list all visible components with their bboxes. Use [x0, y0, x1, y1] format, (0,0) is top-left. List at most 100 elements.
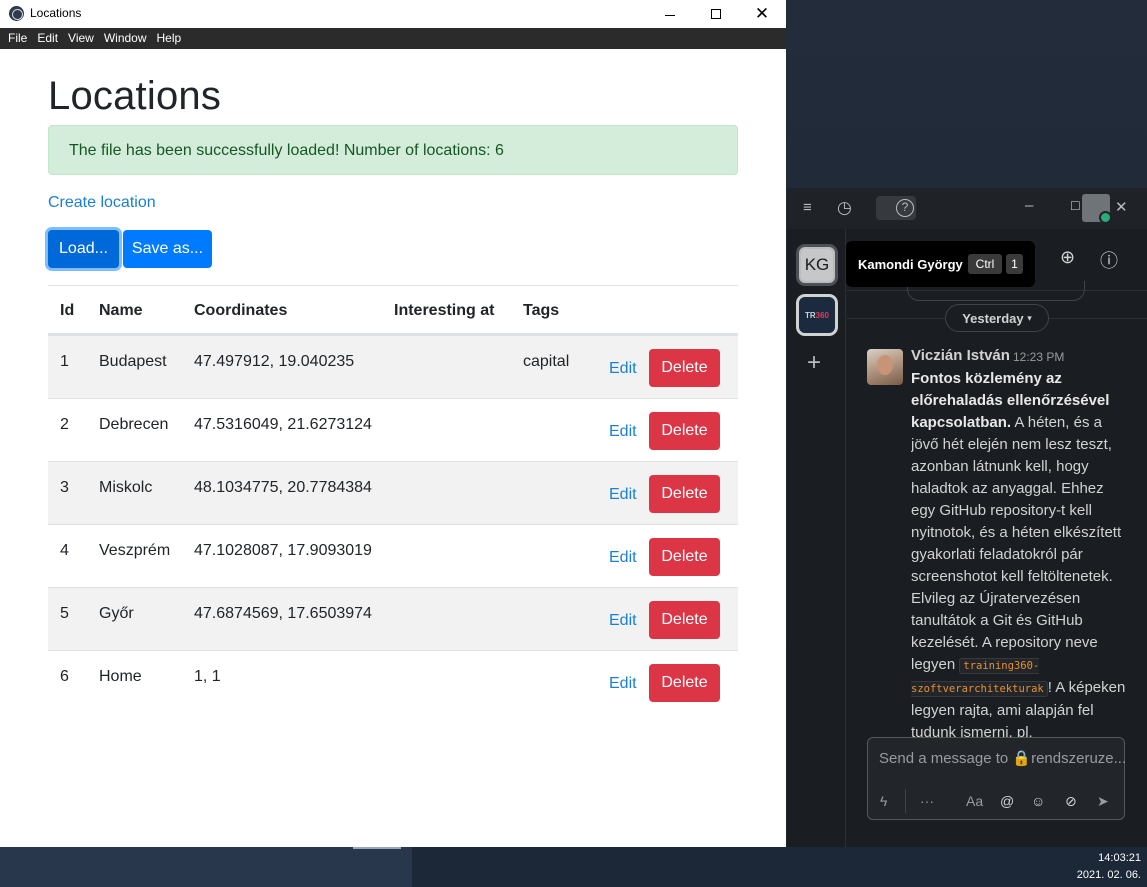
delete-button[interactable]: Delete: [649, 601, 720, 639]
workspace-training360-logo: TR360: [805, 311, 829, 320]
cell-id: 2: [60, 416, 69, 433]
table-row: 4 Veszprém 47.1028087, 17.9093019 Edit D…: [48, 524, 738, 587]
edit-link[interactable]: Edit: [609, 549, 637, 567]
menu-file[interactable]: File: [3, 28, 32, 49]
menu-view[interactable]: View: [63, 28, 99, 49]
tooltip-key-ctrl: Ctrl: [968, 254, 1002, 274]
table-row: 2 Debrecen 47.5316049, 21.6273124 Edit D…: [48, 398, 738, 461]
workspace-rail: KG TR360 +: [787, 229, 846, 847]
table-row: 6 Home 1, 1 Edit Delete: [48, 650, 738, 713]
delete-button[interactable]: Delete: [649, 349, 720, 387]
window-title: Locations: [30, 6, 82, 20]
channel-info-icon[interactable]: ⓘ: [1100, 247, 1118, 273]
save-as-button[interactable]: Save as...: [123, 230, 212, 268]
workspace-training360[interactable]: TR360: [796, 294, 838, 336]
toolbar-separator: [905, 789, 906, 813]
header-id: Id: [60, 302, 75, 319]
chat-top-bar: ≡ ◷ ? – ☐ ✕: [787, 188, 1147, 229]
menu-window[interactable]: Window: [99, 28, 152, 49]
workspace-kg-initials: KG: [801, 249, 833, 281]
history-icon[interactable]: ◷: [837, 198, 852, 218]
message-timestamp[interactable]: 12:23 PM: [1013, 350, 1064, 364]
delete-button[interactable]: Delete: [649, 412, 720, 450]
maximize-button[interactable]: [693, 0, 739, 28]
cell-coordinates: 48.1034775, 20.7784384: [194, 479, 372, 496]
cell-tags: capital: [523, 353, 570, 370]
window-maximize-icon[interactable]: ☐: [1070, 199, 1081, 213]
cell-name: Győr: [99, 605, 134, 622]
header-coordinates: Coordinates: [194, 302, 288, 319]
table-header: Id Name Coordinates Interesting at Tags: [48, 285, 738, 335]
taskbar-active-indicator: [353, 847, 401, 849]
format-icon[interactable]: Aa: [966, 793, 983, 809]
cell-coordinates: 47.5316049, 21.6273124: [194, 416, 372, 433]
window-close-icon[interactable]: ✕: [1115, 198, 1128, 216]
locations-window: Locations ✕ File Edit View Window Help L…: [0, 0, 786, 847]
minimize-button[interactable]: [647, 0, 693, 28]
cell-name: Miskolc: [99, 479, 153, 496]
cell-id: 4: [60, 542, 69, 559]
workspace-kg[interactable]: KG: [796, 244, 838, 286]
message-author-avatar[interactable]: [867, 349, 903, 385]
date-divider-label: Yesterday: [962, 310, 1024, 326]
load-button[interactable]: Load...: [48, 230, 119, 268]
cell-coordinates: 1, 1: [194, 668, 221, 685]
date-divider-yesterday[interactable]: Yesterday ▾: [945, 304, 1049, 332]
add-workspace-icon[interactable]: +: [807, 351, 821, 375]
mention-icon[interactable]: @: [1000, 793, 1014, 809]
workspace-training360-accent: 360: [815, 310, 830, 320]
cell-name: Budapest: [99, 353, 167, 370]
emoji-icon[interactable]: ☺: [1031, 793, 1045, 809]
header-tags: Tags: [523, 302, 560, 319]
message-text: A héten, és a jövő hét elején nem lesz t…: [911, 414, 1122, 673]
cell-id: 3: [60, 479, 69, 496]
cell-coordinates: 47.497912, 19.040235: [194, 353, 355, 370]
lightning-icon[interactable]: ϟ: [880, 793, 887, 809]
cell-name: Home: [99, 668, 142, 685]
user-avatar[interactable]: [1082, 194, 1112, 224]
taskbar-app-area[interactable]: [0, 847, 412, 887]
more-icon[interactable]: ···: [920, 793, 934, 809]
close-icon: ✕: [754, 4, 770, 23]
header-name: Name: [99, 302, 143, 319]
attach-icon[interactable]: ⊘: [1065, 793, 1077, 810]
table-row: 3 Miskolc 48.1034775, 20.7784384 Edit De…: [48, 461, 738, 524]
table-row: 5 Győr 47.6874569, 17.6503974 Edit Delet…: [48, 587, 738, 650]
cell-id: 1: [60, 353, 69, 370]
window-minimize-icon[interactable]: –: [1025, 197, 1033, 214]
workspace-tooltip: Kamondi György Ctrl 1: [846, 241, 1035, 287]
page-title: Locations: [48, 74, 222, 118]
taskbar-clock[interactable]: 14:03:21 2021. 02. 06.: [1077, 850, 1141, 884]
table-row: 1 Budapest 47.497912, 19.040235 capital …: [48, 335, 738, 398]
workspace-training360-label: TR: [804, 310, 816, 320]
chevron-down-icon: ▾: [1027, 312, 1032, 323]
electron-app-icon: [9, 6, 24, 21]
message-body: Fontos közlemény az előrehaladás ellenőr…: [911, 368, 1129, 737]
close-button[interactable]: ✕: [739, 0, 785, 28]
message-author[interactable]: Viczián István: [911, 347, 1010, 364]
tooltip-key-1: 1: [1006, 254, 1023, 274]
add-people-icon[interactable]: ⊕: [1060, 247, 1075, 268]
cell-id: 6: [60, 668, 69, 685]
help-button[interactable]: ?: [876, 196, 916, 220]
menu-help[interactable]: Help: [152, 28, 187, 49]
message-composer[interactable]: Send a message to 🔒rendszeruze... ϟ ··· …: [867, 737, 1127, 820]
cell-id: 5: [60, 605, 69, 622]
delete-button[interactable]: Delete: [649, 538, 720, 576]
sidebar-toggle-icon[interactable]: ≡: [803, 199, 812, 216]
create-location-link[interactable]: Create location: [48, 194, 156, 212]
menu-edit[interactable]: Edit: [32, 28, 63, 49]
edit-link[interactable]: Edit: [609, 360, 637, 378]
delete-button[interactable]: Delete: [649, 475, 720, 513]
send-icon[interactable]: ➤: [1097, 793, 1109, 810]
edit-link[interactable]: Edit: [609, 675, 637, 693]
composer-placeholder: Send a message to 🔒rendszeruze...: [879, 750, 1127, 767]
header-interesting-at: Interesting at: [394, 302, 495, 319]
edit-link[interactable]: Edit: [609, 486, 637, 504]
edit-link[interactable]: Edit: [609, 423, 637, 441]
help-icon: ?: [896, 199, 914, 217]
edit-link[interactable]: Edit: [609, 612, 637, 630]
menu-bar: File Edit View Window Help: [0, 28, 786, 49]
delete-button[interactable]: Delete: [649, 664, 720, 702]
tooltip-name: Kamondi György: [858, 257, 963, 272]
